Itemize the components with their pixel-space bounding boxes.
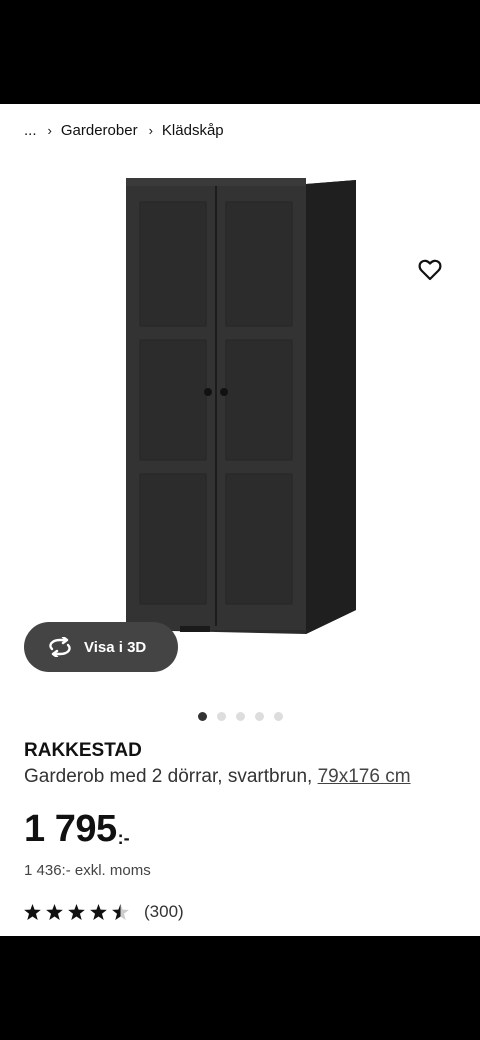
breadcrumb-ellipsis[interactable]: ... — [24, 122, 37, 139]
price-suffix: :- — [117, 828, 130, 848]
breadcrumb: ... › Garderober › Klädskåp — [24, 120, 224, 140]
heart-icon — [418, 259, 442, 281]
product-image-gallery[interactable]: Visa i 3D — [0, 152, 480, 721]
product-page: ... › Garderober › Klädskåp Visa i 3D RA… — [0, 104, 480, 936]
breadcrumb-garderober[interactable]: Garderober — [61, 122, 138, 139]
rating-count[interactable]: (300) — [144, 902, 184, 922]
price-main: 1 795 — [24, 808, 117, 850]
product-dimensions-link[interactable]: 79x176 cm — [318, 766, 411, 787]
gallery-pagination — [0, 712, 480, 721]
chevron-right-icon: › — [148, 122, 153, 138]
star-icon — [68, 904, 85, 920]
rotate-icon — [49, 637, 71, 657]
product-price: 1 795 :- — [24, 808, 130, 851]
gallery-dot[interactable] — [197, 712, 207, 721]
product-name: RAKKESTAD — [24, 740, 142, 761]
gallery-dot[interactable] — [235, 712, 245, 721]
view-in-3d-button[interactable]: Visa i 3D — [24, 622, 178, 672]
product-description: Garderob med 2 dörrar, svartbrun, 79x176… — [24, 766, 411, 788]
view-in-3d-label: Visa i 3D — [84, 638, 147, 656]
star-icon — [90, 904, 107, 920]
breadcrumb-kladskap[interactable]: Klädskåp — [162, 122, 224, 139]
price-excl-vat: 1 436:- exkl. moms — [24, 862, 151, 879]
chevron-right-icon: › — [47, 122, 52, 138]
gallery-dot[interactable] — [273, 712, 283, 721]
gallery-dot[interactable] — [254, 712, 264, 721]
favorite-button[interactable] — [414, 254, 446, 286]
gallery-dot[interactable] — [216, 712, 226, 721]
star-icon — [46, 904, 63, 920]
product-image — [126, 178, 356, 634]
star-half-icon — [112, 904, 129, 920]
navigation-bar — [0, 936, 480, 1040]
star-icon — [24, 904, 41, 920]
status-bar — [0, 0, 480, 104]
product-rating[interactable]: (300) — [24, 902, 184, 922]
product-description-text: Garderob med 2 dörrar, svartbrun, — [24, 766, 313, 787]
